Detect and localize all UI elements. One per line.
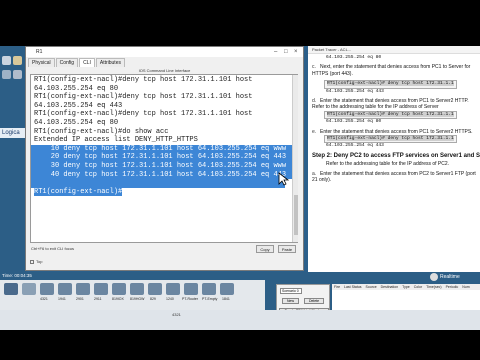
device-router-icon[interactable] <box>220 283 234 295</box>
device-router-icon[interactable] <box>94 283 108 295</box>
letterbox-bottom <box>0 330 480 360</box>
terminal-line: 64.103.255.254 eq 80 <box>34 118 119 127</box>
instruction-command: RT1(config-ext-nacl)# deny tcp host 172.… <box>324 110 457 120</box>
device-label: PT-Router <box>182 297 198 301</box>
instruction-command: RT1(config-ext-nacl)# deny tcp host 172.… <box>324 80 457 89</box>
terminal-line: RT1(config-ext-nacl)#do show acc <box>34 127 169 136</box>
cli-terminal[interactable]: RT1(config-ext-nacl)#deny tcp host 172.3… <box>30 74 298 243</box>
maximize-icon[interactable]: □ <box>284 47 288 57</box>
pdu-col: Time(sec) <box>426 285 442 289</box>
terminal-line-selected <box>31 179 285 188</box>
pdu-col: Periodic <box>445 285 459 289</box>
realtime-toggle[interactable]: Realtime <box>430 272 480 282</box>
scenario-select[interactable]: Scenario 0 <box>280 288 302 294</box>
device-label: 829 <box>150 297 156 301</box>
checkbox-icon[interactable] <box>30 259 34 264</box>
window-title: R1 <box>36 49 43 55</box>
cli-focus-hint: Ctrl+F6 to exit CLI focus <box>31 246 75 251</box>
status-label: 4321 <box>172 312 181 317</box>
screen: Logica R1 – □ × Physical Config CLI Attr… <box>0 0 480 360</box>
device-label: 4321 <box>40 297 48 301</box>
delete-scenario-button[interactable]: Delete <box>304 298 324 304</box>
realtime-icon <box>430 272 438 281</box>
pdu-col: Num <box>462 285 470 289</box>
tab-cli[interactable]: CLI <box>79 58 95 67</box>
terminal-line-selected: 20 deny tcp host 172.31.1.101 host 64.10… <box>31 153 294 162</box>
device-router-icon[interactable] <box>40 283 54 295</box>
tab-attributes[interactable]: Attributes <box>95 58 125 67</box>
new-scenario-button[interactable]: New <box>282 298 299 304</box>
device-label: 1240 <box>166 297 174 301</box>
copy-button[interactable]: Copy <box>256 245 274 253</box>
workspace-left-strip: Logica <box>0 46 26 272</box>
pdu-col: Fire <box>334 285 341 289</box>
toolbar-icon[interactable] <box>2 56 11 65</box>
scrollbar-thumb[interactable] <box>294 195 298 235</box>
device-tabs: Physical Config CLI Attributes <box>28 58 126 67</box>
device-router-icon[interactable] <box>166 283 180 295</box>
device-router-icon[interactable] <box>148 283 162 295</box>
device-tray: 4321 1941 2901 2911 819IOX 819HGW 829 12… <box>0 280 265 310</box>
instructions-panel: Packet Tracer - ACL... 64.103.255.254 eq… <box>308 46 480 272</box>
terminal-line-selected: 10 deny tcp host 172.31.1.101 host 64.10… <box>31 144 294 154</box>
device-router-icon[interactable] <box>184 283 198 295</box>
letterbox-top <box>0 0 480 46</box>
terminal-line: Extended IP access list DENY_HTTP_HTTPS <box>34 136 198 145</box>
device-router-icon[interactable] <box>76 283 90 295</box>
device-router-icon[interactable] <box>112 283 126 295</box>
toolbar-icon[interactable] <box>13 56 22 65</box>
tab-config[interactable]: Config <box>55 58 79 67</box>
instruction-code: 64.103.255.254 eq 443 <box>326 143 384 149</box>
terminal-line: RT1(config-ext-nacl)#deny tcp host 172.3… <box>34 93 253 102</box>
device-label: 2901 <box>76 297 84 301</box>
terminal-line: RT1(config-ext-nacl)#deny tcp host 172.3… <box>34 110 253 119</box>
pdu-col: Source <box>365 285 377 289</box>
instruction-step: c. Next, enter the statement that denies … <box>312 64 471 77</box>
pdu-col: Type <box>402 285 410 289</box>
top-label: Top <box>36 259 43 264</box>
pdu-header: Fire Last Status Source Destination Type… <box>332 284 480 290</box>
status-bar: 4321 <box>0 310 480 330</box>
device-label: 819IOX <box>112 297 124 301</box>
toolbar-icon[interactable] <box>2 70 11 79</box>
terminal-prompt: RT1(config-ext-nacl)# <box>34 187 297 197</box>
category-switch-icon[interactable] <box>22 283 36 295</box>
pdu-col: Last Status <box>344 285 362 289</box>
terminal-line: RT1(config-ext-nacl)#deny tcp host 172.3… <box>34 76 253 84</box>
device-window: R1 – □ × Physical Config CLI Attributes … <box>25 46 304 271</box>
pdu-col: Color <box>413 285 423 289</box>
device-label: PT-Empty <box>202 297 218 301</box>
terminal-scrollbar[interactable] <box>292 75 298 242</box>
device-label: 1841 <box>222 297 230 301</box>
instruction-step: d. Enter the statement that denies access… <box>312 98 469 111</box>
device-router-icon[interactable] <box>58 283 72 295</box>
sim-time: Time: 00:04:35 <box>2 273 32 278</box>
instructions-body: 64.103.255.254 eq 80 c. Next, enter the s… <box>312 55 480 184</box>
device-router-icon[interactable] <box>202 283 216 295</box>
terminal-line-selected: 40 deny tcp host 172.31.1.101 host 64.10… <box>31 170 294 180</box>
device-label: 819HGW <box>130 297 145 301</box>
device-label: 2911 <box>94 297 102 301</box>
category-router-icon[interactable] <box>4 283 18 295</box>
instruction-step: a. Enter the statement that denies access… <box>312 170 476 184</box>
mouse-cursor-icon <box>278 172 290 186</box>
toolbar-icon[interactable] <box>13 70 22 79</box>
terminal-prompt-text: RT1(config-ext-nacl)# <box>34 187 123 197</box>
terminal-line: 64.103.255.254 eq 80 <box>34 84 119 93</box>
logical-tab[interactable]: Logica <box>0 128 26 138</box>
step-heading: Step 2: Deny PC2 to access FTP services … <box>312 152 480 159</box>
top-checkbox[interactable]: Top <box>30 259 42 265</box>
realtime-label: Realtime <box>440 274 460 280</box>
paste-button[interactable]: Paste <box>278 245 296 253</box>
terminal-line: 64.103.255.254 eq 443 <box>34 101 123 110</box>
tab-physical[interactable]: Physical <box>28 58 55 67</box>
terminal-line-selected: 30 deny tcp host 172.31.1.101 host 64.10… <box>31 161 294 171</box>
minimize-icon[interactable]: – <box>274 47 277 57</box>
pdu-col: Destination <box>380 285 399 289</box>
device-label: 1941 <box>58 297 66 301</box>
instructions-title: Packet Tracer - ACL... <box>308 46 480 54</box>
close-icon[interactable]: × <box>294 47 298 57</box>
device-router-icon[interactable] <box>130 283 144 295</box>
device-window-titlebar: R1 – □ × <box>26 47 303 57</box>
